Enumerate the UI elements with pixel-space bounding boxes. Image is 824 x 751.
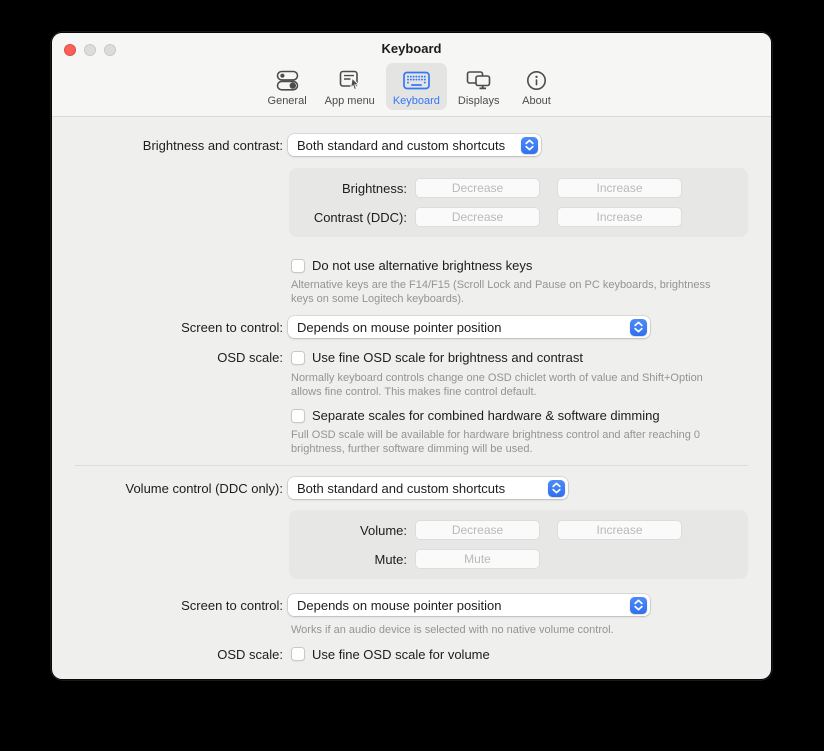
- tab-general[interactable]: General: [261, 63, 314, 110]
- brightness-row-label: Brightness:: [289, 181, 407, 196]
- checkbox-icon[interactable]: [291, 259, 305, 273]
- brightness-screen-value: Depends on mouse pointer position: [297, 320, 502, 335]
- volume-screen-value: Depends on mouse pointer position: [297, 598, 502, 613]
- volume-row-label: Volume:: [289, 523, 407, 538]
- tab-app-menu[interactable]: App menu: [318, 63, 382, 110]
- volume-screen-row: Screen to control: Depends on mouse poin…: [52, 594, 771, 616]
- tab-keyboard[interactable]: Keyboard: [386, 63, 447, 110]
- brightness-osd-scale-row: OSD scale: Use fine OSD scale for bright…: [52, 350, 771, 365]
- brightness-decrease-button[interactable]: Decrease: [415, 178, 540, 198]
- separate-scales-checkbox[interactable]: Separate scales for combined hardware & …: [291, 408, 660, 423]
- mute-row-label: Mute:: [289, 552, 407, 567]
- alt-brightness-keys-row: Do not use alternative brightness keys: [291, 258, 771, 273]
- alt-brightness-keys-help: Alternative keys are the F14/F15 (Scroll…: [291, 279, 728, 306]
- alt-brightness-keys-label: Do not use alternative brightness keys: [312, 258, 532, 273]
- contrast-row-label: Contrast (DDC):: [289, 210, 407, 225]
- tab-about[interactable]: About: [510, 63, 562, 110]
- volume-screen-dropdown[interactable]: Depends on mouse pointer position: [288, 594, 650, 616]
- checkbox-icon[interactable]: [291, 351, 305, 365]
- fine-osd-volume-label: Use fine OSD scale for volume: [312, 647, 490, 662]
- brightness-screen-label: Screen to control:: [52, 320, 283, 335]
- volume-mode-value: Both standard and custom shortcuts: [297, 481, 505, 496]
- chevron-up-down-icon: [630, 597, 647, 614]
- fine-osd-brightness-help: Normally keyboard controls change one OS…: [291, 372, 728, 399]
- brightness-shortcuts-panel: Brightness: Decrease Increase Contrast (…: [289, 168, 748, 237]
- separate-scales-row: Separate scales for combined hardware & …: [291, 408, 771, 423]
- fine-osd-brightness-label: Use fine OSD scale for brightness and co…: [312, 350, 583, 365]
- volume-screen-help: Works if an audio device is selected wit…: [291, 624, 728, 638]
- chevron-up-down-icon: [630, 319, 647, 336]
- tab-app-menu-label: App menu: [325, 95, 375, 107]
- displays-icon: [463, 67, 494, 94]
- chevron-up-down-icon: [521, 137, 538, 154]
- brightness-mode-label: Brightness and contrast:: [52, 138, 283, 153]
- brightness-screen-row: Screen to control: Depends on mouse poin…: [52, 316, 771, 338]
- brightness-mode-value: Both standard and custom shortcuts: [297, 138, 505, 153]
- window-chrome: Keyboard General: [52, 33, 771, 117]
- brightness-increase-button[interactable]: Increase: [557, 178, 682, 198]
- brightness-shortcut-row: Brightness: Decrease Increase: [289, 178, 748, 198]
- brightness-mode-row: Brightness and contrast: Both standard a…: [52, 134, 771, 156]
- checkbox-icon[interactable]: [291, 409, 305, 423]
- titlebar: Keyboard: [52, 33, 771, 61]
- separate-scales-help: Full OSD scale will be available for har…: [291, 429, 728, 456]
- app-menu-icon: [336, 67, 363, 94]
- brightness-mode-dropdown[interactable]: Both standard and custom shortcuts: [288, 134, 541, 156]
- keyboard-icon: [401, 67, 432, 94]
- checkbox-icon[interactable]: [291, 647, 305, 661]
- window-title: Keyboard: [52, 41, 771, 56]
- mute-shortcut-row: Mute: Mute: [289, 549, 748, 569]
- tab-about-label: About: [522, 95, 551, 107]
- toolbar: General App menu: [52, 61, 771, 110]
- contrast-increase-button[interactable]: Increase: [557, 207, 682, 227]
- brightness-osd-scale-label: OSD scale:: [52, 350, 283, 365]
- volume-increase-button[interactable]: Increase: [557, 520, 682, 540]
- tab-displays[interactable]: Displays: [451, 63, 507, 110]
- info-icon: [524, 67, 549, 94]
- keyboard-pane: Brightness and contrast: Both standard a…: [52, 117, 771, 662]
- tab-general-label: General: [268, 95, 307, 107]
- separate-scales-label: Separate scales for combined hardware & …: [312, 408, 660, 423]
- section-divider: [75, 465, 748, 466]
- volume-osd-scale-row: OSD scale: Use fine OSD scale for volume: [52, 647, 771, 662]
- brightness-screen-dropdown[interactable]: Depends on mouse pointer position: [288, 316, 650, 338]
- fine-osd-volume-checkbox[interactable]: Use fine OSD scale for volume: [291, 647, 490, 662]
- volume-screen-label: Screen to control:: [52, 598, 283, 613]
- volume-osd-scale-label: OSD scale:: [52, 647, 283, 662]
- contrast-shortcut-row: Contrast (DDC): Decrease Increase: [289, 207, 748, 227]
- volume-shortcuts-panel: Volume: Decrease Increase Mute: Mute: [289, 510, 748, 579]
- volume-mode-dropdown[interactable]: Both standard and custom shortcuts: [288, 477, 568, 499]
- preferences-window: Keyboard General: [52, 33, 771, 679]
- toggles-icon: [274, 67, 301, 94]
- volume-shortcut-row: Volume: Decrease Increase: [289, 520, 748, 540]
- tab-displays-label: Displays: [458, 95, 500, 107]
- tab-keyboard-label: Keyboard: [393, 95, 440, 107]
- volume-mode-label: Volume control (DDC only):: [52, 481, 283, 496]
- contrast-decrease-button[interactable]: Decrease: [415, 207, 540, 227]
- volume-mode-row: Volume control (DDC only): Both standard…: [52, 477, 771, 499]
- alt-brightness-keys-checkbox[interactable]: Do not use alternative brightness keys: [291, 258, 532, 273]
- mute-button[interactable]: Mute: [415, 549, 540, 569]
- chevron-up-down-icon: [548, 480, 565, 497]
- fine-osd-brightness-checkbox[interactable]: Use fine OSD scale for brightness and co…: [291, 350, 583, 365]
- volume-decrease-button[interactable]: Decrease: [415, 520, 540, 540]
